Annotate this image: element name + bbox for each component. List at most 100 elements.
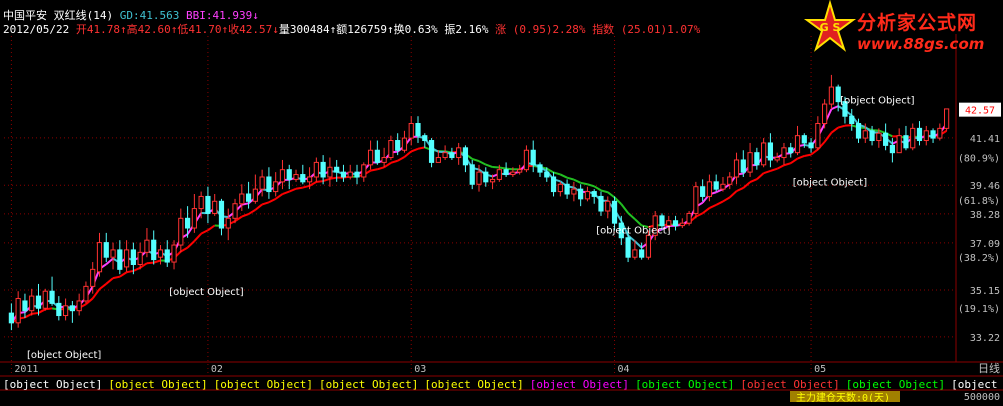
slow-line-segment bbox=[838, 126, 845, 128]
candle-body-up bbox=[307, 177, 311, 182]
candle-body-up bbox=[762, 143, 766, 165]
slow-line-segment bbox=[242, 214, 249, 217]
slow-line-segment bbox=[201, 230, 208, 233]
candle-body-down bbox=[355, 172, 359, 177]
candle-body-down bbox=[70, 306, 74, 311]
price-axis-label: 41.41 bbox=[970, 134, 1000, 145]
bbi-value: BBI:41.939↓ bbox=[186, 9, 259, 22]
slow-line-segment bbox=[303, 186, 310, 188]
candle-body-up bbox=[30, 296, 34, 311]
candle-body-up bbox=[558, 184, 562, 191]
candle-body-down bbox=[484, 172, 488, 182]
candle-body-up bbox=[226, 218, 230, 228]
candle-body-up bbox=[863, 131, 867, 138]
candle-body-down bbox=[714, 182, 718, 189]
candle-body-down bbox=[701, 187, 705, 197]
candle-body-up bbox=[633, 250, 637, 257]
slow-line-segment bbox=[831, 128, 838, 133]
candle-body-down bbox=[36, 296, 40, 308]
candle-body-down bbox=[850, 116, 854, 123]
candle-body-up bbox=[816, 124, 820, 148]
candle-body-down bbox=[131, 250, 135, 265]
footer-item: [object Object] bbox=[951, 378, 1003, 391]
slow-line-segment bbox=[99, 284, 106, 289]
candle-body-down bbox=[884, 133, 888, 145]
candle-body-up bbox=[572, 189, 576, 194]
slow-line-segment bbox=[804, 155, 811, 156]
slow-line-segment bbox=[770, 169, 777, 171]
candle-body-up bbox=[721, 184, 725, 189]
quote-open: 开41.78↑ bbox=[76, 23, 127, 36]
slow-line-segment bbox=[276, 194, 283, 199]
angle-annotation: [object Object] bbox=[793, 178, 867, 189]
candle-body-up bbox=[179, 218, 183, 245]
candle-body-down bbox=[579, 189, 583, 199]
slow-line-segment bbox=[594, 186, 601, 190]
slow-line-segment bbox=[147, 263, 154, 264]
candle-body-down bbox=[9, 313, 13, 323]
candlestick-chart[interactable]: [object Object] [object Object] [object Ob… bbox=[0, 0, 1003, 402]
angle-annotations: [object Object][object Object][object Ob… bbox=[27, 95, 915, 361]
candle-body-up bbox=[511, 172, 515, 174]
candle-body-up bbox=[694, 187, 698, 214]
slow-line-segment bbox=[499, 167, 506, 168]
candle-body-up bbox=[43, 291, 47, 308]
candle-body-up bbox=[436, 158, 440, 163]
site-url: www.88gs.com bbox=[857, 35, 984, 53]
header-row-2: 2012/05/22 开41.78↑高42.60↑低41.70↑收42.57↓量… bbox=[3, 23, 700, 36]
candle-body-down bbox=[917, 128, 921, 140]
candle-body-down bbox=[856, 124, 860, 139]
slow-line-segment bbox=[316, 181, 323, 182]
candle-body-up bbox=[457, 148, 461, 158]
candle-body-up bbox=[402, 138, 406, 150]
slow-line-segment bbox=[825, 133, 832, 142]
candle-body-down bbox=[321, 162, 325, 177]
slow-line-segment bbox=[628, 213, 635, 219]
candle-body-down bbox=[565, 184, 569, 194]
candle-body-down bbox=[470, 165, 474, 184]
time-axis-label: 02 bbox=[211, 364, 223, 375]
candle-body-down bbox=[789, 148, 793, 153]
quote-amount: 额126759↑ bbox=[336, 23, 393, 36]
slow-line-segment bbox=[181, 248, 188, 252]
quote-change-label: 涨 bbox=[495, 23, 506, 36]
period-label: 日线 bbox=[978, 361, 1000, 375]
slow-line-segment bbox=[323, 179, 330, 181]
quote-close: 收42.57↓ bbox=[228, 23, 279, 36]
candle-body-down bbox=[57, 303, 61, 315]
angle-annotation: [object Object] bbox=[27, 350, 101, 361]
slow-line-segment bbox=[208, 225, 215, 230]
price-axis-label: 39.46 bbox=[970, 181, 1000, 192]
candle-body-up bbox=[945, 109, 949, 128]
slow-line-segment bbox=[560, 174, 567, 177]
slow-line-segment bbox=[127, 271, 134, 272]
fast-line-segment bbox=[106, 258, 113, 264]
stock-chart-window: [object Object] [object Object] [object Ob… bbox=[0, 0, 1003, 402]
candles bbox=[9, 75, 948, 330]
slow-line-segment bbox=[608, 192, 615, 197]
indicator-name[interactable]: 双红线(14) bbox=[54, 9, 114, 22]
stock-name[interactable]: 中国平安 bbox=[3, 9, 47, 22]
candle-body-up bbox=[362, 165, 366, 177]
slow-line-segment bbox=[567, 178, 574, 180]
candle-body-down bbox=[301, 175, 305, 182]
slow-line-segment bbox=[601, 190, 608, 192]
slow-line-segment bbox=[120, 272, 127, 276]
candle-body-up bbox=[274, 182, 278, 192]
quote-high: 高42.60↑ bbox=[127, 23, 178, 36]
candle-body-up bbox=[490, 179, 494, 181]
candle-body-up bbox=[192, 209, 196, 228]
candle-body-down bbox=[673, 221, 677, 226]
slow-line-segment bbox=[418, 147, 425, 148]
candle-body-down bbox=[23, 301, 27, 311]
candle-body-up bbox=[64, 306, 68, 316]
candle-body-up bbox=[877, 133, 881, 140]
slow-line-segment bbox=[479, 161, 486, 164]
candle-body-up bbox=[138, 252, 142, 264]
header-row-1: 中国平安 双红线(14) GD:41.563 BBI:41.939↓ bbox=[3, 9, 259, 22]
candle-body-up bbox=[158, 250, 162, 257]
quote-low: 低41.70↑ bbox=[177, 23, 228, 36]
quote-change-value: (0.95)2.28% bbox=[513, 23, 586, 36]
price-axis-label: 35.15 bbox=[970, 286, 1000, 297]
candle-body-up bbox=[585, 192, 589, 199]
